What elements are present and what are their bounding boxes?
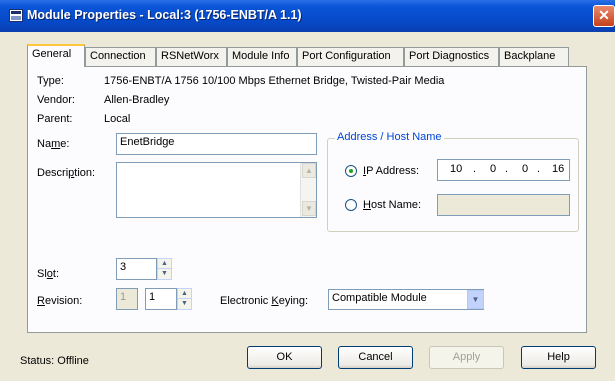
name-input[interactable]: EnetBridge xyxy=(116,133,317,155)
description-label: Description: xyxy=(37,167,96,179)
tab-rsnetworx[interactable]: RSNetWorx xyxy=(156,47,227,66)
spin-up-icon[interactable]: ▲ xyxy=(158,259,171,269)
type-value: 1756-ENBT/A 1756 10/100 Mbps Ethernet Br… xyxy=(104,75,445,87)
host-name-input[interactable] xyxy=(437,194,570,216)
parent-label: Parent: xyxy=(37,113,73,125)
electronic-keying-dropdown[interactable]: Compatible Module xyxy=(328,289,484,310)
slot-spinner[interactable]: ▲ ▼ xyxy=(157,258,172,280)
tab-port-diagnostics[interactable]: Port Diagnostics xyxy=(404,47,499,66)
ok-button[interactable]: OK xyxy=(247,346,322,369)
vendor-value: Allen-Bradley xyxy=(104,94,170,106)
type-label: Type: xyxy=(37,75,64,87)
radio-selected-dot xyxy=(349,169,353,173)
host-name-radio[interactable] xyxy=(345,199,357,211)
module-properties-dialog: Module Properties - Local:3 (1756-ENBT/A… xyxy=(0,0,615,381)
spin-down-icon[interactable]: ▼ xyxy=(158,269,171,279)
module-icon xyxy=(9,9,23,22)
tab-backplane[interactable]: Backplane xyxy=(499,47,569,66)
window-title: Module Properties - Local:3 (1756-ENBT/A… xyxy=(27,8,302,22)
cancel-button[interactable]: Cancel xyxy=(338,346,413,369)
ip-dot-2: . xyxy=(505,163,509,175)
tab-port-configuration[interactable]: Port Configuration xyxy=(297,47,404,66)
spin-down-icon[interactable]: ▼ xyxy=(178,299,191,309)
description-textarea[interactable] xyxy=(116,162,317,218)
title-bar[interactable]: Module Properties - Local:3 (1756-ENBT/A… xyxy=(0,0,615,32)
slot-input[interactable]: 3 xyxy=(116,258,157,280)
electronic-keying-label: Electronic Keying: xyxy=(220,295,309,307)
close-button[interactable]: ✕ xyxy=(593,5,615,27)
revision-minor-input[interactable]: 1 xyxy=(145,288,177,310)
apply-button[interactable]: Apply xyxy=(429,346,504,369)
ip-octet-4: 16 xyxy=(552,163,565,175)
address-host-name-group xyxy=(327,138,579,232)
revision-major-input: 1 xyxy=(116,288,138,310)
ip-dot-3: . xyxy=(537,163,541,175)
close-icon: ✕ xyxy=(598,7,610,23)
parent-value: Local xyxy=(104,113,131,125)
tab-module-info[interactable]: Module Info xyxy=(227,47,297,66)
host-name-label: Host Name: xyxy=(363,199,422,211)
ip-address-input[interactable]: 10 . 0 . 0 . 16 xyxy=(437,159,570,181)
ip-dot-1: . xyxy=(473,163,477,175)
vendor-label: Vendor: xyxy=(37,94,75,106)
chevron-down-icon[interactable]: ▼ xyxy=(467,290,484,309)
ip-address-radio[interactable] xyxy=(345,165,357,177)
spin-up-icon[interactable]: ▲ xyxy=(178,289,191,299)
help-button[interactable]: Help xyxy=(521,346,596,369)
scroll-down-arrow-icon[interactable]: ▼ xyxy=(302,201,316,216)
description-scrollbar[interactable]: ▲ ▼ xyxy=(300,163,316,217)
ip-address-label: IP Address: xyxy=(363,165,420,177)
revision-label: Revision: xyxy=(37,295,83,307)
tab-connection[interactable]: Connection xyxy=(85,47,156,66)
address-group-title: Address / Host Name xyxy=(335,131,444,143)
revision-spinner[interactable]: ▲ ▼ xyxy=(177,288,192,310)
ip-octet-3: 0 xyxy=(522,163,529,175)
status-text: Status: Offline xyxy=(20,355,89,367)
ip-octet-2: 0 xyxy=(490,163,497,175)
tab-general[interactable]: General xyxy=(27,44,85,67)
ip-octet-1: 10 xyxy=(450,163,463,175)
slot-label: Slot: xyxy=(37,268,60,280)
scroll-up-arrow-icon[interactable]: ▲ xyxy=(302,163,316,178)
name-label: Name: xyxy=(37,138,70,150)
